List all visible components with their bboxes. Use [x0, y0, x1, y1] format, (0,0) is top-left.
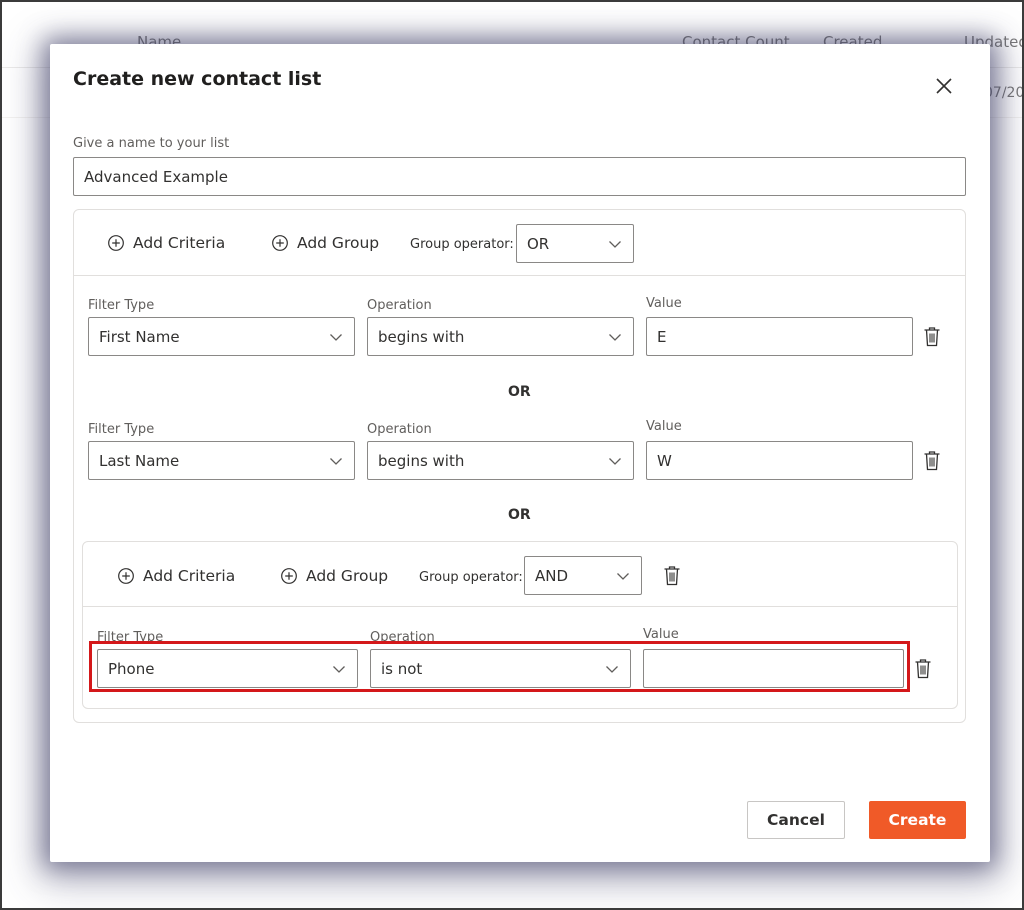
add-group-label: Add Group	[306, 567, 389, 585]
list-name-value: Advanced Example	[84, 167, 228, 186]
trash-icon	[664, 566, 680, 586]
create-button[interactable]: Create	[869, 801, 966, 839]
add-criteria-label: Add Criteria	[143, 567, 236, 585]
filter-type-select[interactable]: First Name	[88, 317, 355, 356]
plus-circle-icon	[108, 235, 124, 251]
operation-value: is not	[381, 659, 423, 678]
add-criteria-button[interactable]: Add Criteria	[107, 234, 225, 252]
trash-icon	[915, 659, 931, 679]
value-input[interactable]: E	[646, 317, 913, 356]
chevron-down-icon	[330, 333, 342, 341]
close-icon	[936, 78, 952, 94]
criteria-joiner: OR	[508, 507, 531, 523]
dialog-title: Create new contact list	[73, 68, 322, 90]
delete-criteria-button[interactable]	[923, 450, 941, 471]
chevron-down-icon	[609, 457, 621, 465]
group-operator-value: OR	[527, 234, 550, 253]
group-header-divider	[83, 606, 957, 607]
value-text: E	[657, 327, 667, 346]
operation-select[interactable]: begins with	[367, 317, 634, 356]
group-operator-value: AND	[535, 566, 569, 585]
add-group-label: Add Group	[297, 234, 380, 252]
filter-type-select[interactable]: Last Name	[88, 441, 355, 480]
close-button[interactable]	[932, 74, 956, 98]
root-criteria-group: Add Criteria Add Group Group operator: O…	[73, 209, 966, 723]
value-input[interactable]	[643, 649, 904, 688]
value-label: Value	[643, 627, 679, 642]
operation-select[interactable]: begins with	[367, 441, 634, 480]
plus-circle-icon	[272, 235, 288, 251]
trash-icon	[924, 327, 940, 347]
group-operator-label: Group operator:	[410, 237, 514, 252]
add-criteria-label: Add Criteria	[133, 234, 226, 252]
operation-label: Operation	[367, 422, 432, 437]
chevron-down-icon	[617, 572, 629, 580]
list-name-label: Give a name to your list	[73, 136, 230, 151]
plus-circle-icon	[118, 568, 134, 584]
operation-value: begins with	[378, 327, 465, 346]
create-contact-list-dialog: Create new contact list Give a name to y…	[50, 44, 990, 862]
filter-type-value: First Name	[99, 327, 180, 346]
trash-icon	[924, 451, 940, 471]
criteria-joiner: OR	[508, 384, 531, 400]
chevron-down-icon	[606, 665, 618, 673]
nested-criteria-group: Add Criteria Add Group Group operator: A…	[82, 541, 958, 709]
add-group-button[interactable]: Add Group	[271, 234, 379, 252]
value-label: Value	[646, 419, 682, 434]
add-criteria-button[interactable]: Add Criteria	[117, 567, 235, 585]
delete-criteria-button[interactable]	[923, 326, 941, 347]
value-input[interactable]: W	[646, 441, 913, 480]
group-operator-select[interactable]: OR	[516, 224, 634, 263]
filter-type-label: Filter Type	[97, 630, 164, 645]
filter-type-select[interactable]: Phone	[97, 649, 358, 688]
list-name-input[interactable]: Advanced Example	[73, 157, 966, 196]
chevron-down-icon	[330, 457, 342, 465]
group-operator-select[interactable]: AND	[524, 556, 642, 595]
chevron-down-icon	[333, 665, 345, 673]
add-group-button[interactable]: Add Group	[280, 567, 388, 585]
group-header-divider	[74, 275, 965, 276]
delete-group-button[interactable]	[663, 565, 681, 586]
filter-type-label: Filter Type	[88, 298, 155, 313]
chevron-down-icon	[609, 240, 621, 248]
filter-type-label: Filter Type	[88, 422, 155, 437]
operation-label: Operation	[367, 298, 432, 313]
filter-type-value: Last Name	[99, 451, 180, 470]
chevron-down-icon	[609, 333, 621, 341]
operation-value: begins with	[378, 451, 465, 470]
plus-circle-icon	[281, 568, 297, 584]
delete-criteria-button[interactable]	[914, 658, 932, 679]
filter-type-value: Phone	[108, 659, 155, 678]
value-label: Value	[646, 296, 682, 311]
value-text: W	[657, 451, 672, 470]
group-operator-label: Group operator:	[419, 570, 523, 585]
cancel-button[interactable]: Cancel	[747, 801, 845, 839]
operation-label: Operation	[370, 630, 435, 645]
operation-select[interactable]: is not	[370, 649, 631, 688]
